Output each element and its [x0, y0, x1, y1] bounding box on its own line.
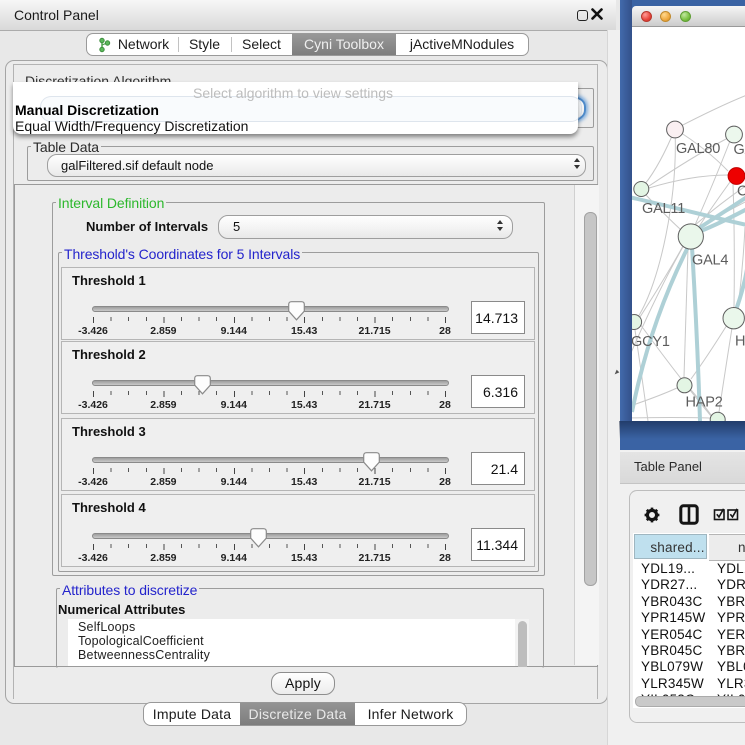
svg-text:GA: GA: [734, 142, 745, 158]
svg-text:HAP2: HAP2: [686, 395, 723, 411]
svg-text:GCY1: GCY1: [632, 334, 670, 350]
svg-text:GAL11: GAL11: [642, 201, 685, 217]
svg-text:GAL4: GAL4: [692, 253, 728, 269]
svg-text:C: C: [737, 184, 745, 200]
svg-text:GAL80: GAL80: [676, 141, 720, 157]
svg-text:H: H: [735, 334, 745, 350]
